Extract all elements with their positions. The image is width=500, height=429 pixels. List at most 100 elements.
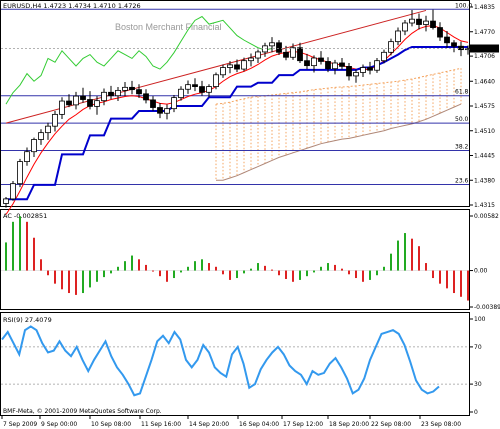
candle-body-bear — [192, 84, 198, 87]
ac-axis-label: -0.00389 — [474, 304, 500, 311]
ac-bar — [453, 270, 455, 294]
ac-bar — [229, 270, 231, 280]
ac-bar — [348, 270, 350, 275]
mt4-chart-window: EURUSD,H4 1.4723 1.4734 1.4710 1.4726 Bo… — [0, 0, 500, 428]
ac-bar — [166, 270, 168, 282]
time-axis-label: 22 Sep 08:00 — [371, 421, 411, 428]
candle-body-bear — [199, 86, 205, 93]
candle-body-bull — [290, 47, 296, 58]
candle-body-bull — [59, 100, 65, 115]
candle-body-bull — [374, 60, 380, 71]
ac-bar — [334, 264, 336, 271]
candle-body-bear — [451, 42, 457, 47]
rsi-axis-label: 0 — [474, 409, 478, 416]
ac-axis-label: 0.00 — [474, 268, 488, 275]
ac-bar — [243, 270, 245, 274]
candle-body-bear — [129, 86, 135, 91]
candle-body-bear — [430, 20, 436, 28]
ac-bar — [33, 237, 35, 271]
candle-body-bear — [150, 99, 156, 108]
ac-bar — [19, 216, 21, 271]
rsi-panel-frame[interactable] — [0, 312, 470, 416]
ac-bar — [152, 270, 154, 272]
ac-bar — [271, 269, 273, 271]
time-axis-label: 16 Sep 04:00 — [239, 421, 279, 428]
time-axis-label: 7 Sep 2009 — [3, 421, 37, 428]
candle-body-bear — [416, 18, 422, 25]
candle-body-bear — [367, 67, 373, 71]
candle-body-bear — [304, 60, 310, 67]
ac-bar — [40, 259, 42, 271]
ac-bar — [369, 270, 371, 280]
ac-bar — [54, 270, 56, 284]
candle-body-bull — [220, 67, 226, 76]
time-axis-label: 10 Sep 08:00 — [91, 421, 131, 428]
ac-bar — [180, 270, 182, 273]
ac-bar — [432, 270, 434, 279]
candle-body-bull — [52, 113, 58, 127]
ac-bar — [250, 268, 252, 271]
ac-bar — [201, 259, 203, 271]
candle-body-bull — [3, 198, 9, 204]
price-axis-label: 1.4315 — [474, 202, 495, 209]
candle-body-bear — [458, 45, 464, 51]
senkou-span-b-line — [216, 103, 462, 181]
rsi-axis-label: 70 — [474, 344, 482, 351]
fib-level-label: 23.6 — [455, 177, 469, 184]
ac-bar — [194, 261, 196, 271]
price-axis-label: 1.4380 — [474, 177, 495, 184]
ac-bar — [187, 266, 189, 271]
candle-body-bull — [402, 22, 408, 32]
ac-bar — [215, 266, 217, 271]
rsi-line — [1, 325, 440, 397]
ac-bar — [299, 270, 301, 280]
candle-body-bull — [332, 62, 338, 70]
candle-body-bull — [388, 41, 394, 53]
candle-body-bull — [31, 139, 37, 153]
fib-level-label: 50.0 — [455, 116, 469, 123]
candle-body-bear — [339, 62, 345, 67]
ac-bar — [418, 246, 420, 271]
candle-body-bull — [73, 95, 79, 106]
candle-body-bull — [241, 60, 247, 70]
ac-bar — [110, 270, 112, 274]
ac-panel-frame[interactable] — [0, 209, 470, 310]
ac-bar — [26, 221, 28, 271]
ac-axis: 0.00582 0.00 -0.00389 — [469, 213, 500, 311]
ac-bar — [292, 270, 294, 282]
ac-bar — [446, 270, 448, 289]
ac-bar — [208, 263, 210, 271]
candle-body-bear — [136, 89, 142, 95]
ac-bar — [285, 270, 287, 279]
candle-body-bull — [164, 108, 170, 114]
candle-body-bull — [213, 74, 219, 87]
ac-bar — [425, 263, 427, 271]
ac-bar — [138, 259, 140, 271]
candle-body-bull — [94, 100, 100, 107]
time-axis-label: 9 Sep 00:00 — [41, 421, 77, 428]
ac-bar — [404, 233, 406, 271]
candle-body-bull — [185, 84, 191, 90]
rsi-axis-label: 30 — [474, 381, 482, 388]
candle-body-bull — [171, 97, 177, 110]
ac-bar — [5, 242, 7, 271]
ac-bar — [411, 238, 413, 271]
candle-body-bear — [234, 64, 240, 70]
candle-body-bear — [297, 47, 303, 62]
time-axis-label: 23 Sep 08:00 — [421, 421, 461, 428]
ac-histogram — [1, 216, 469, 301]
ac-bar — [75, 270, 77, 295]
ac-bar — [313, 270, 315, 273]
candle-body-bull — [255, 51, 261, 59]
candle-body-bull — [311, 57, 317, 67]
ac-bar — [467, 270, 469, 301]
fib-level-label: 61.8 — [455, 89, 469, 96]
candle-body-bear — [318, 57, 324, 62]
candle-body-bull — [395, 30, 401, 43]
candle-body-bull — [17, 161, 23, 185]
watermark-text: Boston Merchant Financial — [115, 22, 222, 32]
candle-body-bear — [80, 95, 86, 100]
price-axis-label: 1.4445 — [474, 153, 495, 160]
candle-body-bull — [38, 132, 44, 140]
price-axis-label: 1.4835 — [474, 4, 495, 11]
